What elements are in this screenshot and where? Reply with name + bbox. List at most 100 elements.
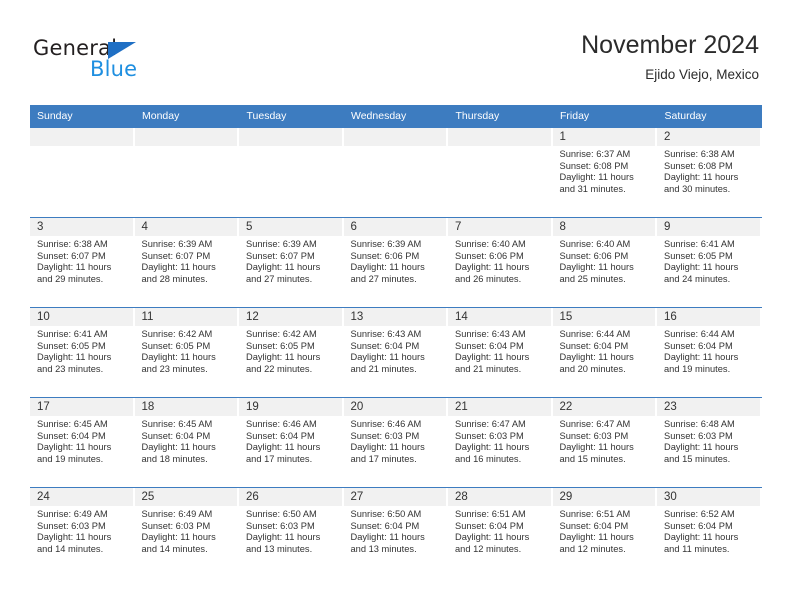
day-details: Sunrise: 6:46 AM Sunset: 6:03 PM Daylight:… bbox=[344, 416, 447, 465]
day-cell-inner: 29 Sunrise: 6:51 AM Sunset: 6:04 PM Dayligh… bbox=[552, 488, 657, 577]
sunrise-text: Sunrise: 6:41 AM bbox=[37, 329, 108, 339]
sunrise-text: Sunrise: 6:51 AM bbox=[455, 509, 526, 519]
calendar-week-row: 24 Sunrise: 6:49 AM Sunset: 6:03 PM Dayligh… bbox=[30, 487, 762, 578]
sunrise-text: Sunrise: 6:44 AM bbox=[664, 329, 735, 339]
weekday-header-friday: Friday bbox=[552, 105, 658, 128]
day-number: 22 bbox=[552, 398, 655, 416]
calendar-day-cell[interactable]: 4 Sunrise: 6:39 AM Sunset: 6:07 PM Daylight… bbox=[134, 217, 239, 308]
sunset-text: Sunset: 6:04 PM bbox=[246, 430, 315, 441]
calendar-day-cell[interactable] bbox=[134, 127, 239, 218]
day-number: 25 bbox=[134, 488, 237, 506]
calendar-day-cell[interactable]: 26 Sunrise: 6:50 AM Sunset: 6:03 PM Dayligh… bbox=[239, 487, 344, 578]
calendar-day-cell[interactable]: 1 Sunrise: 6:37 AM Sunset: 6:08 PM Daylight… bbox=[552, 127, 657, 218]
daylight-text-line1: Daylight: 11 hours bbox=[141, 532, 216, 543]
day-cell-inner: 2 Sunrise: 6:38 AM Sunset: 6:08 PM Daylight… bbox=[657, 128, 762, 217]
calendar-day-cell[interactable]: 18 Sunrise: 6:45 AM Sunset: 6:04 PM Dayligh… bbox=[134, 397, 239, 488]
sunset-text: Sunset: 6:07 PM bbox=[37, 250, 106, 261]
daylight-text-line1: Daylight: 11 hours bbox=[455, 262, 530, 273]
calendar-day-cell[interactable]: 6 Sunrise: 6:39 AM Sunset: 6:06 PM Daylight… bbox=[343, 217, 448, 308]
sunrise-text: Sunrise: 6:42 AM bbox=[141, 329, 213, 339]
calendar-day-cell[interactable]: 23 Sunrise: 6:48 AM Sunset: 6:03 PM Dayligh… bbox=[657, 397, 762, 488]
calendar-day-cell[interactable]: 25 Sunrise: 6:49 AM Sunset: 6:03 PM Dayligh… bbox=[134, 487, 239, 578]
day-cell-inner: 23 Sunrise: 6:48 AM Sunset: 6:03 PM Dayligh… bbox=[657, 398, 762, 487]
calendar-day-cell[interactable]: 17 Sunrise: 6:45 AM Sunset: 6:04 PM Dayligh… bbox=[30, 397, 135, 488]
sunset-text: Sunset: 6:04 PM bbox=[559, 340, 629, 351]
day-cell-inner: 26 Sunrise: 6:50 AM Sunset: 6:03 PM Dayligh… bbox=[239, 488, 344, 577]
calendar-day-cell[interactable]: 21 Sunrise: 6:47 AM Sunset: 6:03 PM Dayligh… bbox=[448, 397, 553, 488]
day-details: Sunrise: 6:40 AM Sunset: 6:06 PM Daylight:… bbox=[448, 236, 551, 285]
calendar-day-cell[interactable]: 28 Sunrise: 6:51 AM Sunset: 6:04 PM Dayligh… bbox=[448, 487, 553, 578]
day-cell-inner: 18 Sunrise: 6:45 AM Sunset: 6:04 PM Dayligh… bbox=[134, 398, 239, 487]
calendar-day-cell[interactable]: 30 Sunrise: 6:52 AM Sunset: 6:04 PM Dayligh… bbox=[657, 487, 762, 578]
calendar-day-cell[interactable]: 20 Sunrise: 6:46 AM Sunset: 6:03 PM Dayligh… bbox=[343, 397, 448, 488]
sunset-text: Sunset: 6:07 PM bbox=[246, 250, 315, 261]
calendar-day-cell[interactable] bbox=[448, 127, 553, 218]
sunrise-text: Sunrise: 6:47 AM bbox=[455, 419, 526, 429]
daylight-text-line2: and 18 minutes. bbox=[141, 453, 208, 464]
day-number: 27 bbox=[343, 488, 446, 506]
day-details: Sunrise: 6:50 AM Sunset: 6:04 PM Daylight:… bbox=[344, 506, 447, 555]
calendar-day-cell[interactable]: 15 Sunrise: 6:44 AM Sunset: 6:04 PM Dayligh… bbox=[552, 307, 657, 398]
daylight-text-line1: Daylight: 11 hours bbox=[664, 262, 739, 273]
calendar-day-cell[interactable] bbox=[343, 127, 448, 218]
day-details: Sunrise: 6:37 AM Sunset: 6:08 PM Daylight:… bbox=[553, 146, 656, 195]
calendar-day-cell[interactable]: 2 Sunrise: 6:38 AM Sunset: 6:08 PM Daylight… bbox=[657, 127, 762, 218]
day-number: 9 bbox=[657, 218, 760, 236]
day-cell-inner: 1 Sunrise: 6:37 AM Sunset: 6:08 PM Daylight… bbox=[552, 128, 657, 217]
day-number: 20 bbox=[343, 398, 446, 416]
calendar-day-cell[interactable]: 5 Sunrise: 6:39 AM Sunset: 6:07 PM Daylight… bbox=[239, 217, 344, 308]
calendar-day-cell[interactable]: 7 Sunrise: 6:40 AM Sunset: 6:06 PM Daylight… bbox=[448, 217, 553, 308]
calendar-day-cell[interactable] bbox=[239, 127, 344, 218]
sunset-text: Sunset: 6:04 PM bbox=[455, 340, 524, 351]
daylight-text-line2: and 15 minutes. bbox=[559, 453, 626, 464]
daylight-text-line2: and 16 minutes. bbox=[455, 453, 522, 464]
calendar-day-cell[interactable]: 24 Sunrise: 6:49 AM Sunset: 6:03 PM Dayligh… bbox=[30, 487, 135, 578]
day-number: 24 bbox=[30, 488, 133, 506]
brand-logo[interactable]: General Blue bbox=[33, 36, 213, 84]
sunset-text: Sunset: 6:03 PM bbox=[246, 520, 315, 531]
sunrise-text: Sunrise: 6:41 AM bbox=[664, 239, 735, 249]
day-number bbox=[134, 128, 237, 146]
sunrise-text: Sunrise: 6:40 AM bbox=[559, 239, 631, 249]
daylight-text-line2: and 12 minutes. bbox=[559, 543, 626, 554]
sunset-text: Sunset: 6:04 PM bbox=[559, 520, 629, 531]
daylight-text-line1: Daylight: 11 hours bbox=[455, 442, 530, 453]
calendar-day-cell[interactable]: 19 Sunrise: 6:46 AM Sunset: 6:04 PM Dayligh… bbox=[239, 397, 344, 488]
sunrise-text: Sunrise: 6:52 AM bbox=[664, 509, 735, 519]
day-details: Sunrise: 6:51 AM Sunset: 6:04 PM Daylight:… bbox=[553, 506, 656, 555]
day-number bbox=[343, 128, 446, 146]
calendar-day-cell[interactable]: 27 Sunrise: 6:50 AM Sunset: 6:04 PM Dayligh… bbox=[343, 487, 448, 578]
calendar-day-cell[interactable]: 16 Sunrise: 6:44 AM Sunset: 6:04 PM Dayligh… bbox=[657, 307, 762, 398]
sunrise-text: Sunrise: 6:51 AM bbox=[559, 509, 631, 519]
daylight-text-line2: and 19 minutes. bbox=[37, 453, 104, 464]
calendar-day-cell[interactable]: 8 Sunrise: 6:40 AM Sunset: 6:06 PM Daylight… bbox=[552, 217, 657, 308]
day-number: 14 bbox=[448, 308, 551, 326]
calendar-day-cell[interactable]: 14 Sunrise: 6:43 AM Sunset: 6:04 PM Dayligh… bbox=[448, 307, 553, 398]
daylight-text-line1: Daylight: 11 hours bbox=[664, 532, 739, 543]
calendar-day-cell[interactable]: 13 Sunrise: 6:43 AM Sunset: 6:04 PM Dayligh… bbox=[343, 307, 448, 398]
daylight-text-line1: Daylight: 11 hours bbox=[37, 532, 112, 543]
sunset-text: Sunset: 6:04 PM bbox=[37, 430, 106, 441]
calendar-day-cell[interactable]: 10 Sunrise: 6:41 AM Sunset: 6:05 PM Dayligh… bbox=[30, 307, 135, 398]
calendar-day-cell[interactable]: 29 Sunrise: 6:51 AM Sunset: 6:04 PM Dayligh… bbox=[552, 487, 657, 578]
daylight-text-line1: Daylight: 11 hours bbox=[455, 352, 530, 363]
day-number: 5 bbox=[239, 218, 342, 236]
calendar-day-cell[interactable]: 11 Sunrise: 6:42 AM Sunset: 6:05 PM Dayligh… bbox=[134, 307, 239, 398]
day-cell-inner: 19 Sunrise: 6:46 AM Sunset: 6:04 PM Dayligh… bbox=[239, 398, 344, 487]
page-title: November 2024 bbox=[581, 31, 759, 59]
daylight-text-line2: and 14 minutes. bbox=[141, 543, 208, 554]
day-details: Sunrise: 6:38 AM Sunset: 6:08 PM Daylight:… bbox=[657, 146, 760, 195]
day-number: 12 bbox=[239, 308, 342, 326]
calendar-day-cell[interactable]: 22 Sunrise: 6:47 AM Sunset: 6:03 PM Dayligh… bbox=[552, 397, 657, 488]
sunset-text: Sunset: 6:05 PM bbox=[141, 340, 211, 351]
calendar-week-row: 17 Sunrise: 6:45 AM Sunset: 6:04 PM Dayligh… bbox=[30, 397, 762, 488]
calendar-day-cell[interactable]: 9 Sunrise: 6:41 AM Sunset: 6:05 PM Daylight… bbox=[657, 217, 762, 308]
sunset-text: Sunset: 6:04 PM bbox=[141, 430, 211, 441]
daylight-text-line1: Daylight: 11 hours bbox=[350, 532, 425, 543]
daylight-text-line1: Daylight: 11 hours bbox=[559, 262, 634, 273]
daylight-text-line1: Daylight: 11 hours bbox=[246, 532, 321, 543]
calendar-day-cell[interactable]: 3 Sunrise: 6:38 AM Sunset: 6:07 PM Daylight… bbox=[30, 217, 135, 308]
calendar-day-cell[interactable]: 12 Sunrise: 6:42 AM Sunset: 6:05 PM Dayligh… bbox=[239, 307, 344, 398]
calendar-day-cell[interactable] bbox=[30, 127, 135, 218]
day-cell-inner bbox=[343, 128, 448, 217]
